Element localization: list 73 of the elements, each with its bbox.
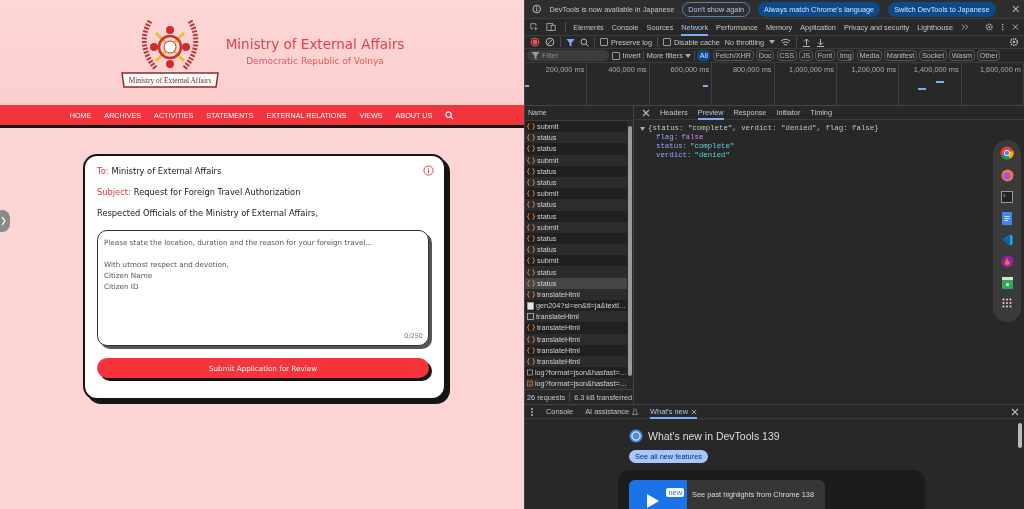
fox-browser-icon[interactable]: [1000, 169, 1014, 182]
subject-text: Request for Foreign Travel Authorization: [133, 187, 301, 197]
settings-icon[interactable]: [1009, 37, 1019, 47]
preserve-log-checkbox[interactable]: [600, 38, 608, 46]
devtools-logo-icon: [629, 429, 643, 443]
info-icon: [532, 4, 542, 14]
fetch-request-icon: [527, 123, 535, 131]
settings-icon[interactable]: [984, 22, 993, 32]
fetch-request-icon: [527, 246, 535, 254]
download-icon[interactable]: [816, 37, 826, 47]
fetch-request-icon: [527, 268, 535, 276]
filter-icon[interactable]: [566, 37, 575, 47]
close-icon[interactable]: [1011, 407, 1019, 416]
fetch-request-icon: [527, 279, 535, 287]
scrollbar-thumb[interactable]: [1018, 423, 1022, 448]
ping-request-icon: [527, 380, 533, 388]
fetch-request-icon: [527, 223, 535, 231]
fetch-request-icon: [527, 290, 535, 298]
fetch-request-icon: [527, 234, 535, 242]
recipient-text: Ministry of External Affairs: [111, 166, 222, 176]
inspect-icon[interactable]: [530, 22, 539, 32]
fetch-request-icon: [527, 167, 535, 175]
terminal-icon[interactable]: [1001, 191, 1013, 203]
record-icon[interactable]: [530, 37, 540, 47]
invert-checkbox[interactable]: [611, 51, 620, 60]
scrollbar-thumb[interactable]: [628, 126, 632, 376]
fetch-request-icon: [527, 212, 535, 220]
request-square-icon: [527, 313, 534, 321]
filter-field-icon[interactable]: [531, 51, 540, 60]
caret-icon: [685, 53, 692, 58]
document-app-icon[interactable]: [1002, 212, 1012, 225]
drawer-menu-icon[interactable]: [530, 406, 534, 417]
clear-icon[interactable]: [545, 37, 555, 47]
whats-new-title: What's new in DevTools 139: [648, 430, 780, 442]
disable-cache-checkbox[interactable]: [662, 38, 671, 46]
more-icon[interactable]: [1000, 22, 1005, 32]
fetch-request-icon: [527, 335, 535, 343]
flask-icon: [632, 408, 639, 415]
fetch-request-icon: [527, 145, 535, 153]
fetch-request-icon: [527, 201, 535, 209]
fetch-request-icon: [527, 190, 535, 198]
overflow-chevron-icon[interactable]: [960, 23, 969, 31]
upload-icon[interactable]: [802, 37, 812, 47]
fetch-request-icon: [527, 358, 535, 366]
close-icon[interactable]: [1011, 5, 1019, 13]
search-icon[interactable]: [580, 37, 589, 47]
info-icon[interactable]: [423, 165, 434, 176]
round-browser-icon[interactable]: [1000, 146, 1014, 160]
fetch-request-icon: [527, 156, 535, 164]
tab-close-icon[interactable]: [691, 408, 698, 415]
store-bag-icon[interactable]: [1001, 277, 1013, 289]
to-label: To:: [97, 166, 109, 176]
caret-icon: [769, 40, 776, 44]
device-icon[interactable]: [546, 22, 557, 32]
play-icon: [647, 494, 659, 508]
network-conditions-icon[interactable]: [780, 37, 792, 47]
close-icon[interactable]: [1012, 23, 1019, 31]
app-grid-icon[interactable]: [1002, 298, 1012, 308]
site-subtitle: Democratic Republic of Volnya: [246, 55, 384, 66]
fetch-request-icon: [527, 179, 535, 187]
fetch-request-icon: [527, 324, 535, 332]
search-icon[interactable]: [445, 110, 455, 120]
flame-app-icon[interactable]: [1000, 255, 1014, 268]
expand-triangle-icon[interactable]: [640, 126, 645, 131]
fetch-request-icon: [527, 257, 535, 265]
code-editor-icon[interactable]: [1001, 234, 1013, 246]
fetch-request-icon: [527, 346, 535, 354]
fetch-request-icon: [527, 134, 535, 142]
site-title: Ministry of External Affairs: [225, 35, 405, 52]
close-icon[interactable]: [642, 108, 650, 117]
subject-label: Subject:: [97, 187, 131, 197]
salutation-text: Respected Officials of the Ministry of External Affairs,: [97, 208, 319, 218]
document-request-icon: [527, 301, 534, 310]
